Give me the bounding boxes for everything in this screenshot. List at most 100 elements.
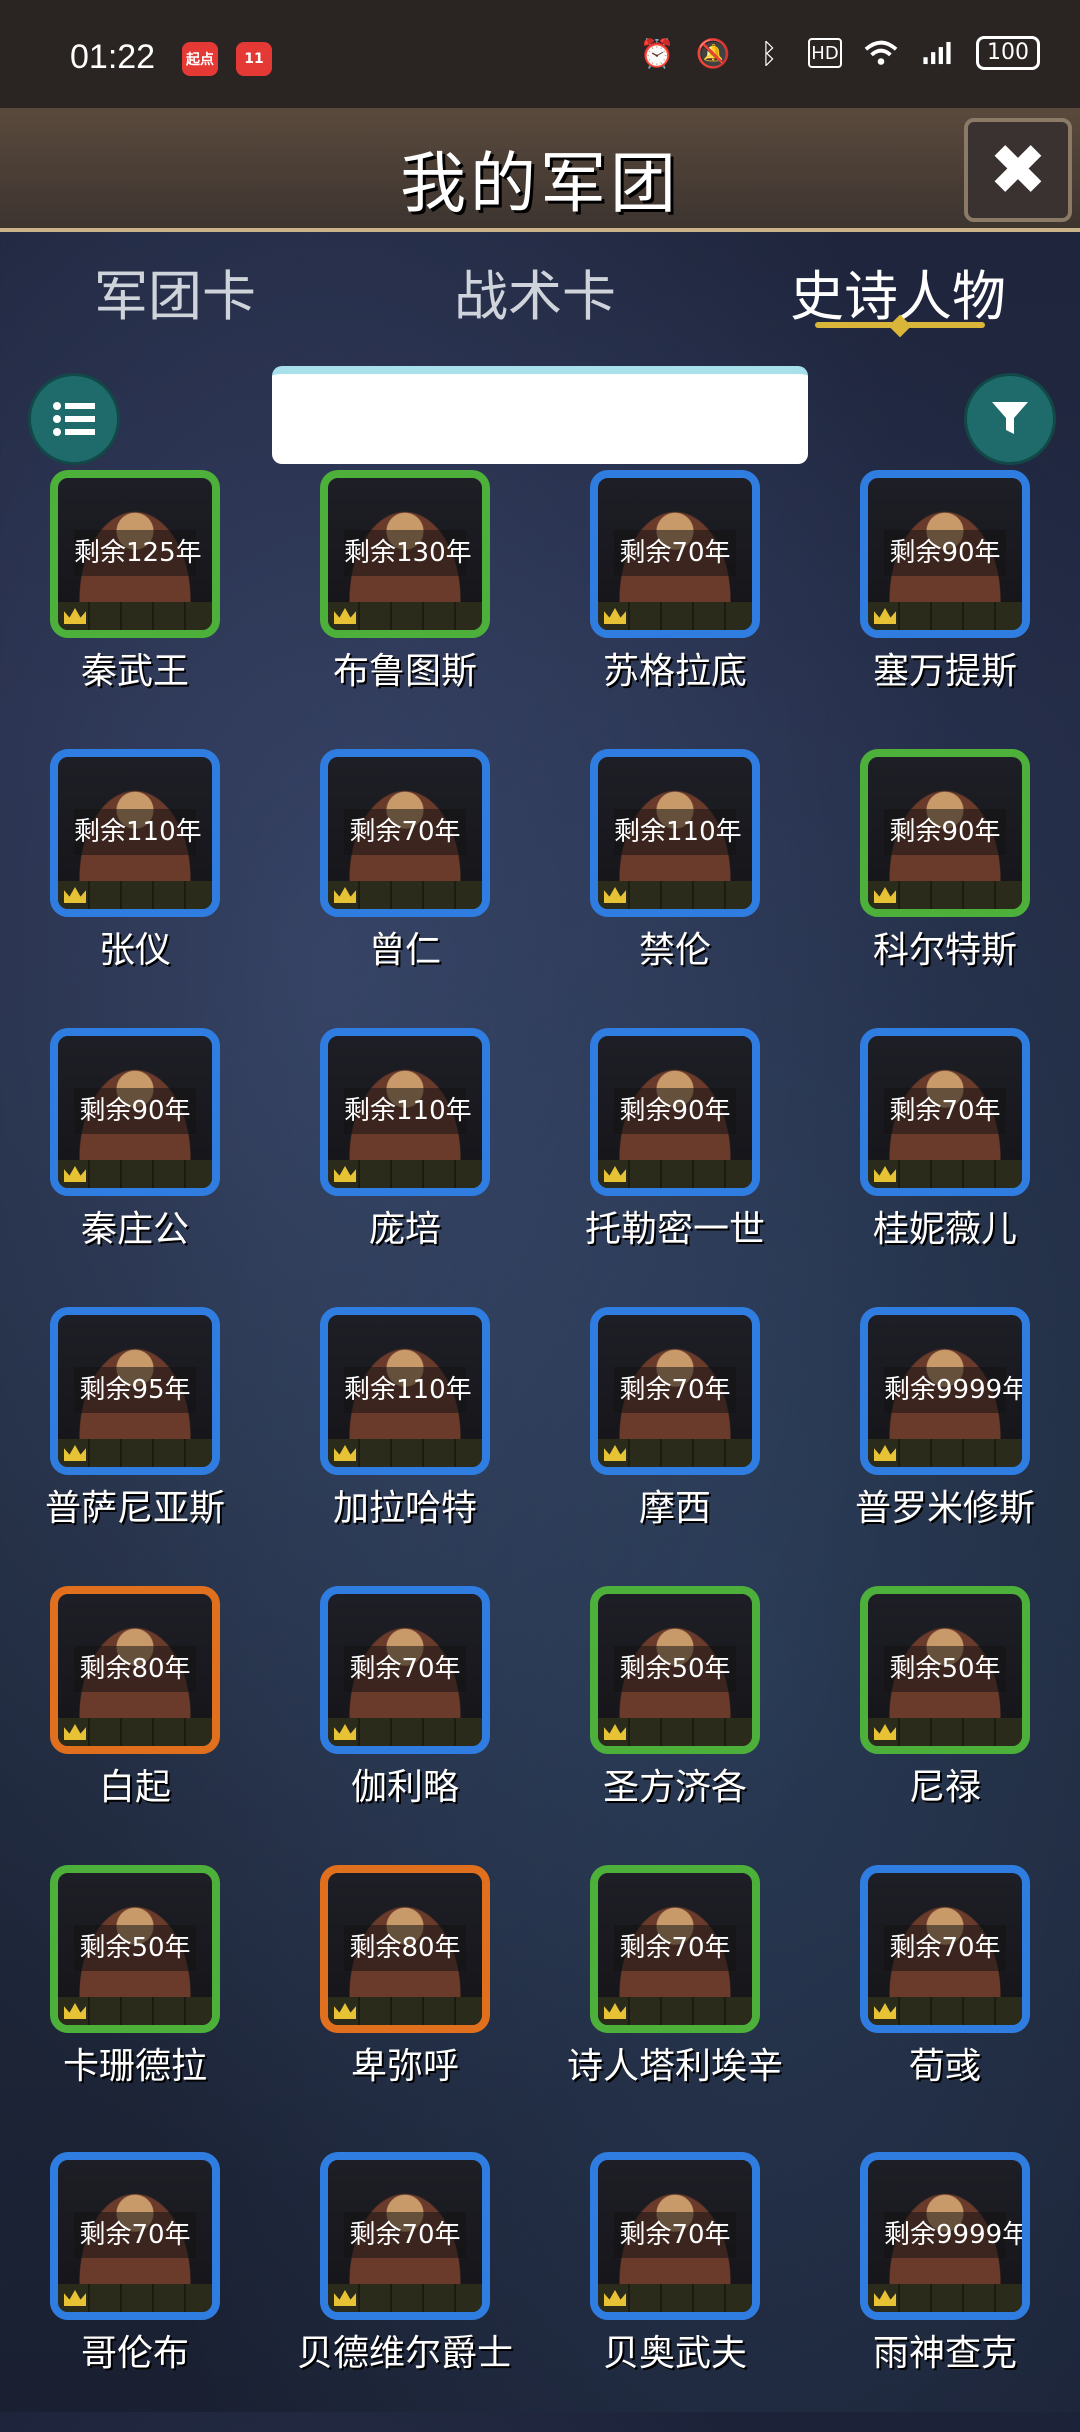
tab-tactic-cards[interactable]: 战术卡: [405, 252, 665, 331]
character-name: 加拉哈特: [332, 1488, 477, 1529]
remaining-years-label: 剩余80年: [74, 1646, 196, 1692]
crown-rank-icon: [58, 881, 212, 909]
remaining-years-label: 剩余70年: [344, 2212, 466, 2258]
character-name: 摩西: [638, 1488, 711, 1529]
character-card[interactable]: 剩余110年 庞培: [270, 1028, 540, 1308]
character-card[interactable]: 剩余110年禁伦: [540, 749, 810, 1029]
character-card[interactable]: 剩余90年科尔特斯: [810, 749, 1080, 1029]
remaining-years-label: 剩余80年: [344, 1925, 466, 1971]
character-card[interactable]: 剩余70年 哥伦布: [0, 2152, 270, 2432]
crown-rank-icon: [58, 1160, 212, 1188]
character-portrait: 剩余110年: [590, 749, 760, 917]
crown-rank-icon: [598, 602, 752, 630]
crown-rank-icon: [328, 602, 482, 630]
character-card[interactable]: 剩余70年 曾仁: [270, 749, 540, 1029]
character-card[interactable]: 剩余50年 圣方济各: [540, 1586, 810, 1866]
character-name: 苏格拉底: [602, 651, 747, 692]
alarm-icon: ⏰: [639, 36, 675, 70]
search-input[interactable]: [272, 366, 808, 464]
battery-indicator: 100: [976, 36, 1040, 70]
character-portrait: 剩余70年: [590, 2152, 760, 2320]
crown-rank-icon: [598, 1718, 752, 1746]
crown-rank-icon: [58, 2284, 212, 2312]
character-name: 托勒密一世: [584, 1209, 765, 1250]
character-card[interactable]: 剩余50年卡珊德拉: [0, 1865, 270, 2145]
tab-bar: 军团卡 战术卡 史诗人物: [0, 240, 1080, 350]
crown-rank-icon: [868, 1439, 1022, 1467]
remaining-years-label: 剩余70年: [614, 1367, 736, 1413]
character-name: 禁伦: [638, 930, 711, 971]
character-card[interactable]: 剩余70年诗人塔利埃辛: [540, 1865, 810, 2145]
remaining-years-label: 剩余50年: [74, 1925, 196, 1971]
list-icon: [53, 402, 95, 436]
character-card[interactable]: 剩余70年 贝德维尔爵士: [270, 2152, 540, 2432]
character-portrait: 剩余90年: [860, 749, 1030, 917]
character-portrait: 剩余110年: [320, 1307, 490, 1475]
character-card[interactable]: 剩余80年白起: [0, 1586, 270, 1866]
remaining-years-label: 剩余125年: [74, 530, 202, 576]
character-name: 秦武王: [80, 651, 189, 692]
character-card[interactable]: 剩余95年普萨尼亚斯: [0, 1307, 270, 1587]
character-name: 圣方济各: [602, 1767, 747, 1808]
character-card[interactable]: 剩余9999年雨神查克: [810, 2152, 1080, 2432]
mute-icon: 🔕: [695, 36, 731, 70]
character-name: 普萨尼亚斯: [44, 1488, 225, 1529]
remaining-years-label: 剩余70年: [884, 1925, 1006, 1971]
character-portrait: 剩余110年: [50, 749, 220, 917]
remaining-years-label: 剩余70年: [884, 1088, 1006, 1134]
character-card[interactable]: 剩余90年 托勒密一世: [540, 1028, 810, 1308]
character-name: 诗人塔利埃辛: [566, 2046, 783, 2087]
filter-icon: [992, 402, 1028, 434]
character-name: 桂妮薇儿: [872, 1209, 1017, 1250]
character-portrait: 剩余70年: [860, 1865, 1030, 2033]
character-name: 卑弥呼: [350, 2046, 459, 2087]
crown-rank-icon: [598, 1997, 752, 2025]
character-name: 塞万提斯: [872, 651, 1017, 692]
character-card[interactable]: 剩余90年 秦庄公: [0, 1028, 270, 1308]
character-card[interactable]: 剩余70年 贝奥武夫: [540, 2152, 810, 2432]
character-card[interactable]: 剩余50年 尼禄: [810, 1586, 1080, 1866]
character-portrait: 剩余95年: [50, 1307, 220, 1475]
remaining-years-label: 剩余70年: [614, 2212, 736, 2258]
character-card[interactable]: 剩余110年加拉哈特: [270, 1307, 540, 1587]
crown-rank-icon: [868, 602, 1022, 630]
tab-legion-cards[interactable]: 军团卡: [45, 252, 305, 331]
list-view-button[interactable]: [28, 373, 120, 465]
character-card[interactable]: 剩余125年秦武王: [0, 470, 270, 750]
remaining-years-label: 剩余9999年: [884, 1367, 1022, 1413]
remaining-years-label: 剩余9999年: [884, 2212, 1022, 2258]
character-card[interactable]: 剩余70年桂妮薇儿: [810, 1028, 1080, 1308]
character-card[interactable]: 剩余70年摩西: [540, 1307, 810, 1587]
character-name: 普罗米修斯: [854, 1488, 1035, 1529]
character-card[interactable]: 剩余9999年普罗米修斯: [810, 1307, 1080, 1587]
page-title: 我的军团: [400, 145, 680, 222]
character-name: 科尔特斯: [872, 930, 1017, 971]
character-card[interactable]: 剩余70年 荀彧: [810, 1865, 1080, 2145]
crown-rank-icon: [328, 1718, 482, 1746]
character-card[interactable]: 剩余80年卑弥呼: [270, 1865, 540, 2145]
crown-rank-icon: [598, 881, 752, 909]
character-card[interactable]: 剩余90年塞万提斯: [810, 470, 1080, 750]
character-card[interactable]: 剩余110年 张仪: [0, 749, 270, 1029]
character-portrait: 剩余70年: [320, 1586, 490, 1754]
header-bar: 我的军团 ✖: [0, 108, 1080, 232]
character-portrait: 剩余50年: [50, 1865, 220, 2033]
character-card[interactable]: 剩余70年 苏格拉底: [540, 470, 810, 750]
remaining-years-label: 剩余130年: [344, 530, 472, 576]
character-name: 卡珊德拉: [62, 2046, 207, 2087]
character-card[interactable]: 剩余70年 伽利略: [270, 1586, 540, 1866]
filter-button[interactable]: [964, 373, 1056, 465]
remaining-years-label: 剩余90年: [884, 530, 1006, 576]
character-portrait: 剩余80年: [50, 1586, 220, 1754]
remaining-years-label: 剩余110年: [614, 809, 742, 855]
remaining-years-label: 剩余70年: [614, 1925, 736, 1971]
character-name: 雨神查克: [872, 2333, 1017, 2374]
crown-rank-icon: [58, 602, 212, 630]
signal-icon: [920, 36, 954, 70]
crown-rank-icon: [598, 1160, 752, 1188]
close-button[interactable]: ✖: [964, 118, 1072, 222]
character-card[interactable]: 剩余130年 布鲁图斯: [270, 470, 540, 750]
character-name: 白起: [98, 1767, 171, 1808]
crown-rank-icon: [868, 2284, 1022, 2312]
status-icons: ⏰ 🔕 ᛒ HD 100: [640, 36, 1040, 70]
